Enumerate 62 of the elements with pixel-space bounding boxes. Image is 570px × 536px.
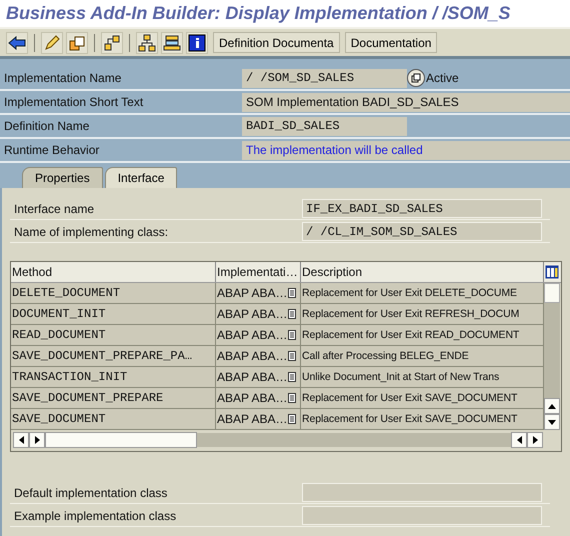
table-cell-text: ABAP ABA… (217, 390, 288, 407)
pencil-icon[interactable] (41, 32, 63, 54)
table-cell-text: ABAP ABA… (217, 369, 288, 386)
table-cell-text: ABAP ABA… (217, 285, 288, 302)
document-icon[interactable] (288, 372, 296, 382)
scroll-thumb[interactable] (45, 432, 197, 448)
column-header[interactable]: Implementati… (216, 262, 301, 282)
flowchart-icon[interactable] (101, 32, 123, 54)
scroll-left-icon[interactable] (511, 432, 527, 448)
field-label: Default implementation class (13, 486, 168, 500)
table-cell: READ_DOCUMENT (11, 325, 216, 345)
tab[interactable]: Properties (22, 167, 103, 188)
back-icon[interactable] (6, 32, 28, 54)
table-cell-text: ABAP ABA… (217, 306, 288, 323)
table-cell: DELETE_DOCUMENT (11, 283, 216, 303)
field-label: Definition Name (3, 118, 90, 135)
window-title: Business Add-In Builder: Display Implementation / /SOM_S (6, 3, 510, 24)
window-icon[interactable] (407, 69, 425, 87)
input-field[interactable]: BADI_SD_SALES (242, 116, 407, 136)
table-cell-text: ABAP ABA… (217, 348, 288, 365)
scroll-thumb[interactable] (544, 283, 560, 303)
hierarchy-icon[interactable] (136, 32, 158, 54)
table-cell: SAVE_DOCUMENT (11, 409, 216, 429)
document-icon[interactable] (288, 351, 296, 361)
window-copy-icon[interactable] (66, 32, 88, 54)
document-icon[interactable] (288, 288, 296, 298)
table-cell-text: ABAP ABA… (217, 411, 288, 428)
input-field[interactable]: IF_EX_BADI_SD_SALES (302, 199, 542, 218)
document-icon[interactable] (288, 414, 296, 424)
document-icon[interactable] (288, 330, 296, 340)
toolbar-button[interactable]: Documentation (344, 32, 438, 53)
input-field[interactable]: / /SOM_SD_SALES (242, 68, 407, 88)
toolbar-button[interactable]: Definition Documenta (213, 32, 340, 53)
scroll-left-icon[interactable] (13, 432, 29, 448)
info-icon[interactable] (186, 32, 208, 54)
tab[interactable]: Interface (104, 167, 178, 188)
scroll-right-icon[interactable] (527, 432, 543, 448)
field-label: Interface name (13, 202, 96, 216)
field-label: Runtime Behavior (3, 142, 100, 159)
table-cell: SAVE_DOCUMENT_PREPARE (11, 388, 216, 408)
field-label: Name of implementing class: (13, 224, 170, 238)
document-icon[interactable] (288, 309, 296, 319)
scroll-right-icon[interactable] (29, 432, 45, 448)
table-cell: SAVE_DOCUMENT_PREPARE_PA… (11, 346, 216, 366)
input-field[interactable] (302, 483, 542, 502)
field-label: Implementation Short Text (3, 94, 144, 111)
input-field[interactable] (302, 506, 542, 525)
input-field[interactable]: / /CL_IM_SOM_SD_SALES (302, 222, 542, 241)
scroll-down-icon[interactable] (544, 414, 560, 430)
field-label: Implementation Name (3, 70, 122, 87)
column-header[interactable]: Description (301, 262, 544, 282)
table-cell: DOCUMENT_INIT (11, 304, 216, 324)
input-field[interactable]: SOM Implementation BADI_SD_SALES (242, 92, 570, 112)
stack-icon[interactable] (161, 32, 183, 54)
column-header[interactable]: Method (11, 262, 216, 282)
field-label: Example implementation class (13, 508, 178, 522)
table-cell-text: ABAP ABA… (217, 327, 288, 344)
scroll-up-icon[interactable] (544, 398, 560, 414)
status-text: Active (426, 71, 459, 85)
document-icon[interactable] (288, 393, 296, 403)
table-cell: TRANSACTION_INIT (11, 367, 216, 387)
info-text: The implementation will be called (242, 140, 570, 160)
